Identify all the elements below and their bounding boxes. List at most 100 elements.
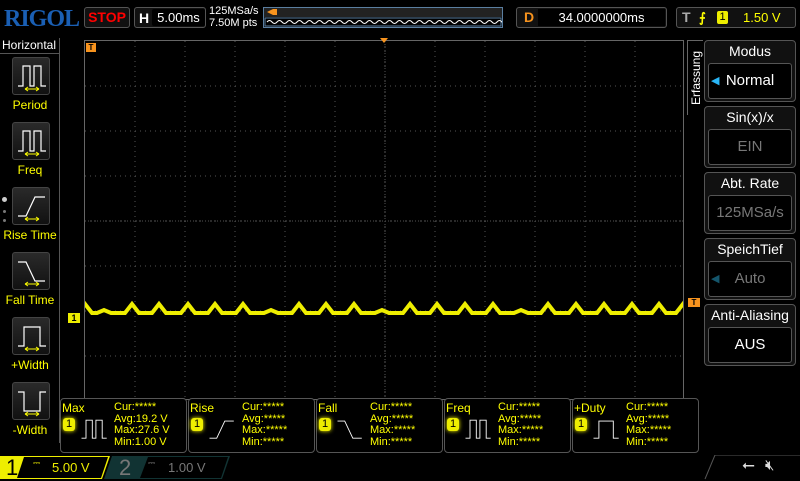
measure-2-button[interactable] [12, 187, 50, 225]
measurement-rise[interactable]: Rise 1 Cur:***** Avg:***** Max:***** Min:****… [188, 398, 315, 453]
page-indicator-dot [3, 210, 6, 213]
option-title: Sin(x)/x [726, 109, 774, 125]
measure-label: -Width [12, 423, 48, 437]
option-title: SpeichTief [717, 241, 783, 257]
channel1-button[interactable]: 1 [6, 455, 18, 481]
channel-badge: 1 [447, 418, 459, 431]
horizontal-label: H [139, 10, 150, 26]
speaker-muted-icon[interactable]: 🔇︎ [765, 457, 774, 474]
channel-badge: 1 [191, 418, 203, 431]
measure-label: Rise Time [3, 228, 57, 242]
measure-3-button[interactable] [12, 252, 50, 290]
channel-badge: 1 [575, 418, 587, 431]
measurement-icon [593, 420, 619, 439]
max-value: Max:***** [242, 424, 288, 436]
channel2-scale[interactable]: 1.00 V [168, 460, 206, 475]
max-value: Max:27.6 V [114, 424, 170, 436]
page-indicator-dot [3, 219, 6, 222]
channel1-scale[interactable]: 5.00 V [52, 460, 90, 475]
waveform-graticule[interactable] [73, 40, 692, 400]
measurement-pos-duty[interactable]: +Duty 1 Cur:***** Avg:***** Max:***** Min:***… [572, 398, 699, 453]
positive-width-icon [18, 326, 46, 352]
measure-0-button[interactable] [12, 57, 50, 95]
option-value-box: ◀ Auto [708, 261, 792, 297]
rise-time-icon [18, 196, 45, 222]
option-value: AUS [734, 336, 766, 353]
trigger-time-arrow [380, 38, 388, 43]
min-value: Min:***** [242, 435, 285, 448]
acquire-option-1[interactable]: Sin(x)/x EIN [704, 106, 796, 168]
timebase-display[interactable]: H 5.00ms [134, 7, 206, 28]
measure-5-button[interactable] [12, 382, 50, 420]
acquire-option-0[interactable]: Modus ◀ Normal [704, 40, 796, 102]
measure-label: Freq [17, 163, 43, 177]
acquisition-info: 125MSa/s 7.50M pts [209, 5, 259, 29]
measure-label: +Width [11, 358, 49, 372]
frequency-icon [18, 130, 46, 157]
option-value: 125MSa/s [716, 204, 784, 221]
timebase-value: 5.00ms [152, 9, 205, 26]
acquire-option-3[interactable]: SpeichTief ◀ Auto [704, 238, 796, 300]
cur-value: Cur:***** [498, 401, 541, 413]
measurement-max[interactable]: Max 1 Cur:***** Avg:19.2 V Max:27.6 V Min:1.0… [60, 398, 187, 453]
option-value: Auto [734, 270, 766, 287]
option-value: Normal [725, 72, 775, 89]
max-value: Max:***** [498, 424, 544, 436]
negative-width-icon [18, 391, 46, 417]
cur-value: Cur:***** [626, 401, 669, 413]
trigger-source: 1 [717, 11, 728, 24]
measurement-icon [337, 420, 362, 439]
acquire-menu-tab[interactable]: Erfassung [687, 40, 703, 115]
measure-4-button[interactable] [12, 317, 50, 355]
acquire-option-4[interactable]: Anti-Aliasing AUS [704, 304, 796, 366]
cur-value: Cur:***** [242, 401, 285, 413]
cur-value: Cur:***** [114, 401, 157, 413]
measurement-icon [465, 419, 491, 439]
acquire-option-2[interactable]: Abt. Rate 125MSa/s [704, 172, 796, 234]
channel2-button[interactable]: 2 [119, 455, 131, 481]
min-value: Min:1.00 V [114, 435, 167, 448]
trigger-level-marker[interactable]: T [688, 298, 700, 307]
waveform-display [73, 41, 692, 399]
delay-display[interactable]: D 34.0000000ms [516, 7, 667, 28]
menu-title: Horizontal [0, 38, 59, 54]
measure-label: Period [12, 98, 48, 112]
channel-badge: 1 [63, 418, 75, 431]
dc-coupling-icon: ⎓ [148, 458, 156, 468]
trigger-label: T [682, 9, 691, 25]
selector-arrow-icon: ◀ [711, 273, 720, 285]
min-value: Min:***** [370, 435, 413, 448]
menu-tab-label: Erfassung [689, 50, 703, 106]
measure-label: Fall Time [5, 293, 55, 307]
channel1-ground-marker[interactable]: 1 [68, 313, 80, 323]
memory-depth: 7.50M pts [209, 17, 258, 29]
fall-time-icon [18, 261, 45, 287]
measurement-fall[interactable]: Fall 1 Cur:***** Avg:***** Max:***** Min:****… [316, 398, 443, 453]
option-value-box: 125MSa/s [708, 195, 792, 231]
measure-1-button[interactable] [12, 122, 50, 160]
channel1-waveform [73, 300, 692, 315]
trigger-display[interactable]: T ⨍ 1 1.50 V [676, 7, 796, 28]
run-stop-status[interactable]: STOP [84, 7, 130, 28]
channel-status-bar: 1 ⎓ 5.00 V 2 ⎓ 1.00 V ⭠ 🔇︎ [0, 455, 800, 480]
rigol-logo: RIGOL [4, 6, 80, 32]
option-value: EIN [737, 138, 763, 155]
option-value-box: ◀ Normal [708, 63, 792, 99]
max-value: Max:***** [626, 424, 672, 436]
memory-overview-bar[interactable] [263, 7, 508, 28]
delay-value: 34.0000000ms [538, 9, 665, 26]
option-title: Anti-Aliasing [711, 307, 789, 323]
period-icon [18, 65, 46, 92]
trigger-position-marker: T [86, 43, 96, 52]
max-value: Max:***** [370, 424, 416, 436]
measurement-icon [209, 420, 234, 439]
delay-label: D [524, 9, 535, 25]
option-value-box: AUS [708, 327, 792, 363]
cur-value: Cur:***** [370, 401, 413, 413]
measurement-icon [81, 419, 107, 439]
option-value-box: EIN [708, 129, 792, 165]
sample-rate: 125MSa/s [209, 5, 259, 17]
measurement-freq[interactable]: Freq 1 Cur:***** Avg:***** Max:***** Min:****… [444, 398, 571, 453]
min-value: Min:***** [498, 435, 541, 448]
min-value: Min:***** [626, 435, 669, 448]
